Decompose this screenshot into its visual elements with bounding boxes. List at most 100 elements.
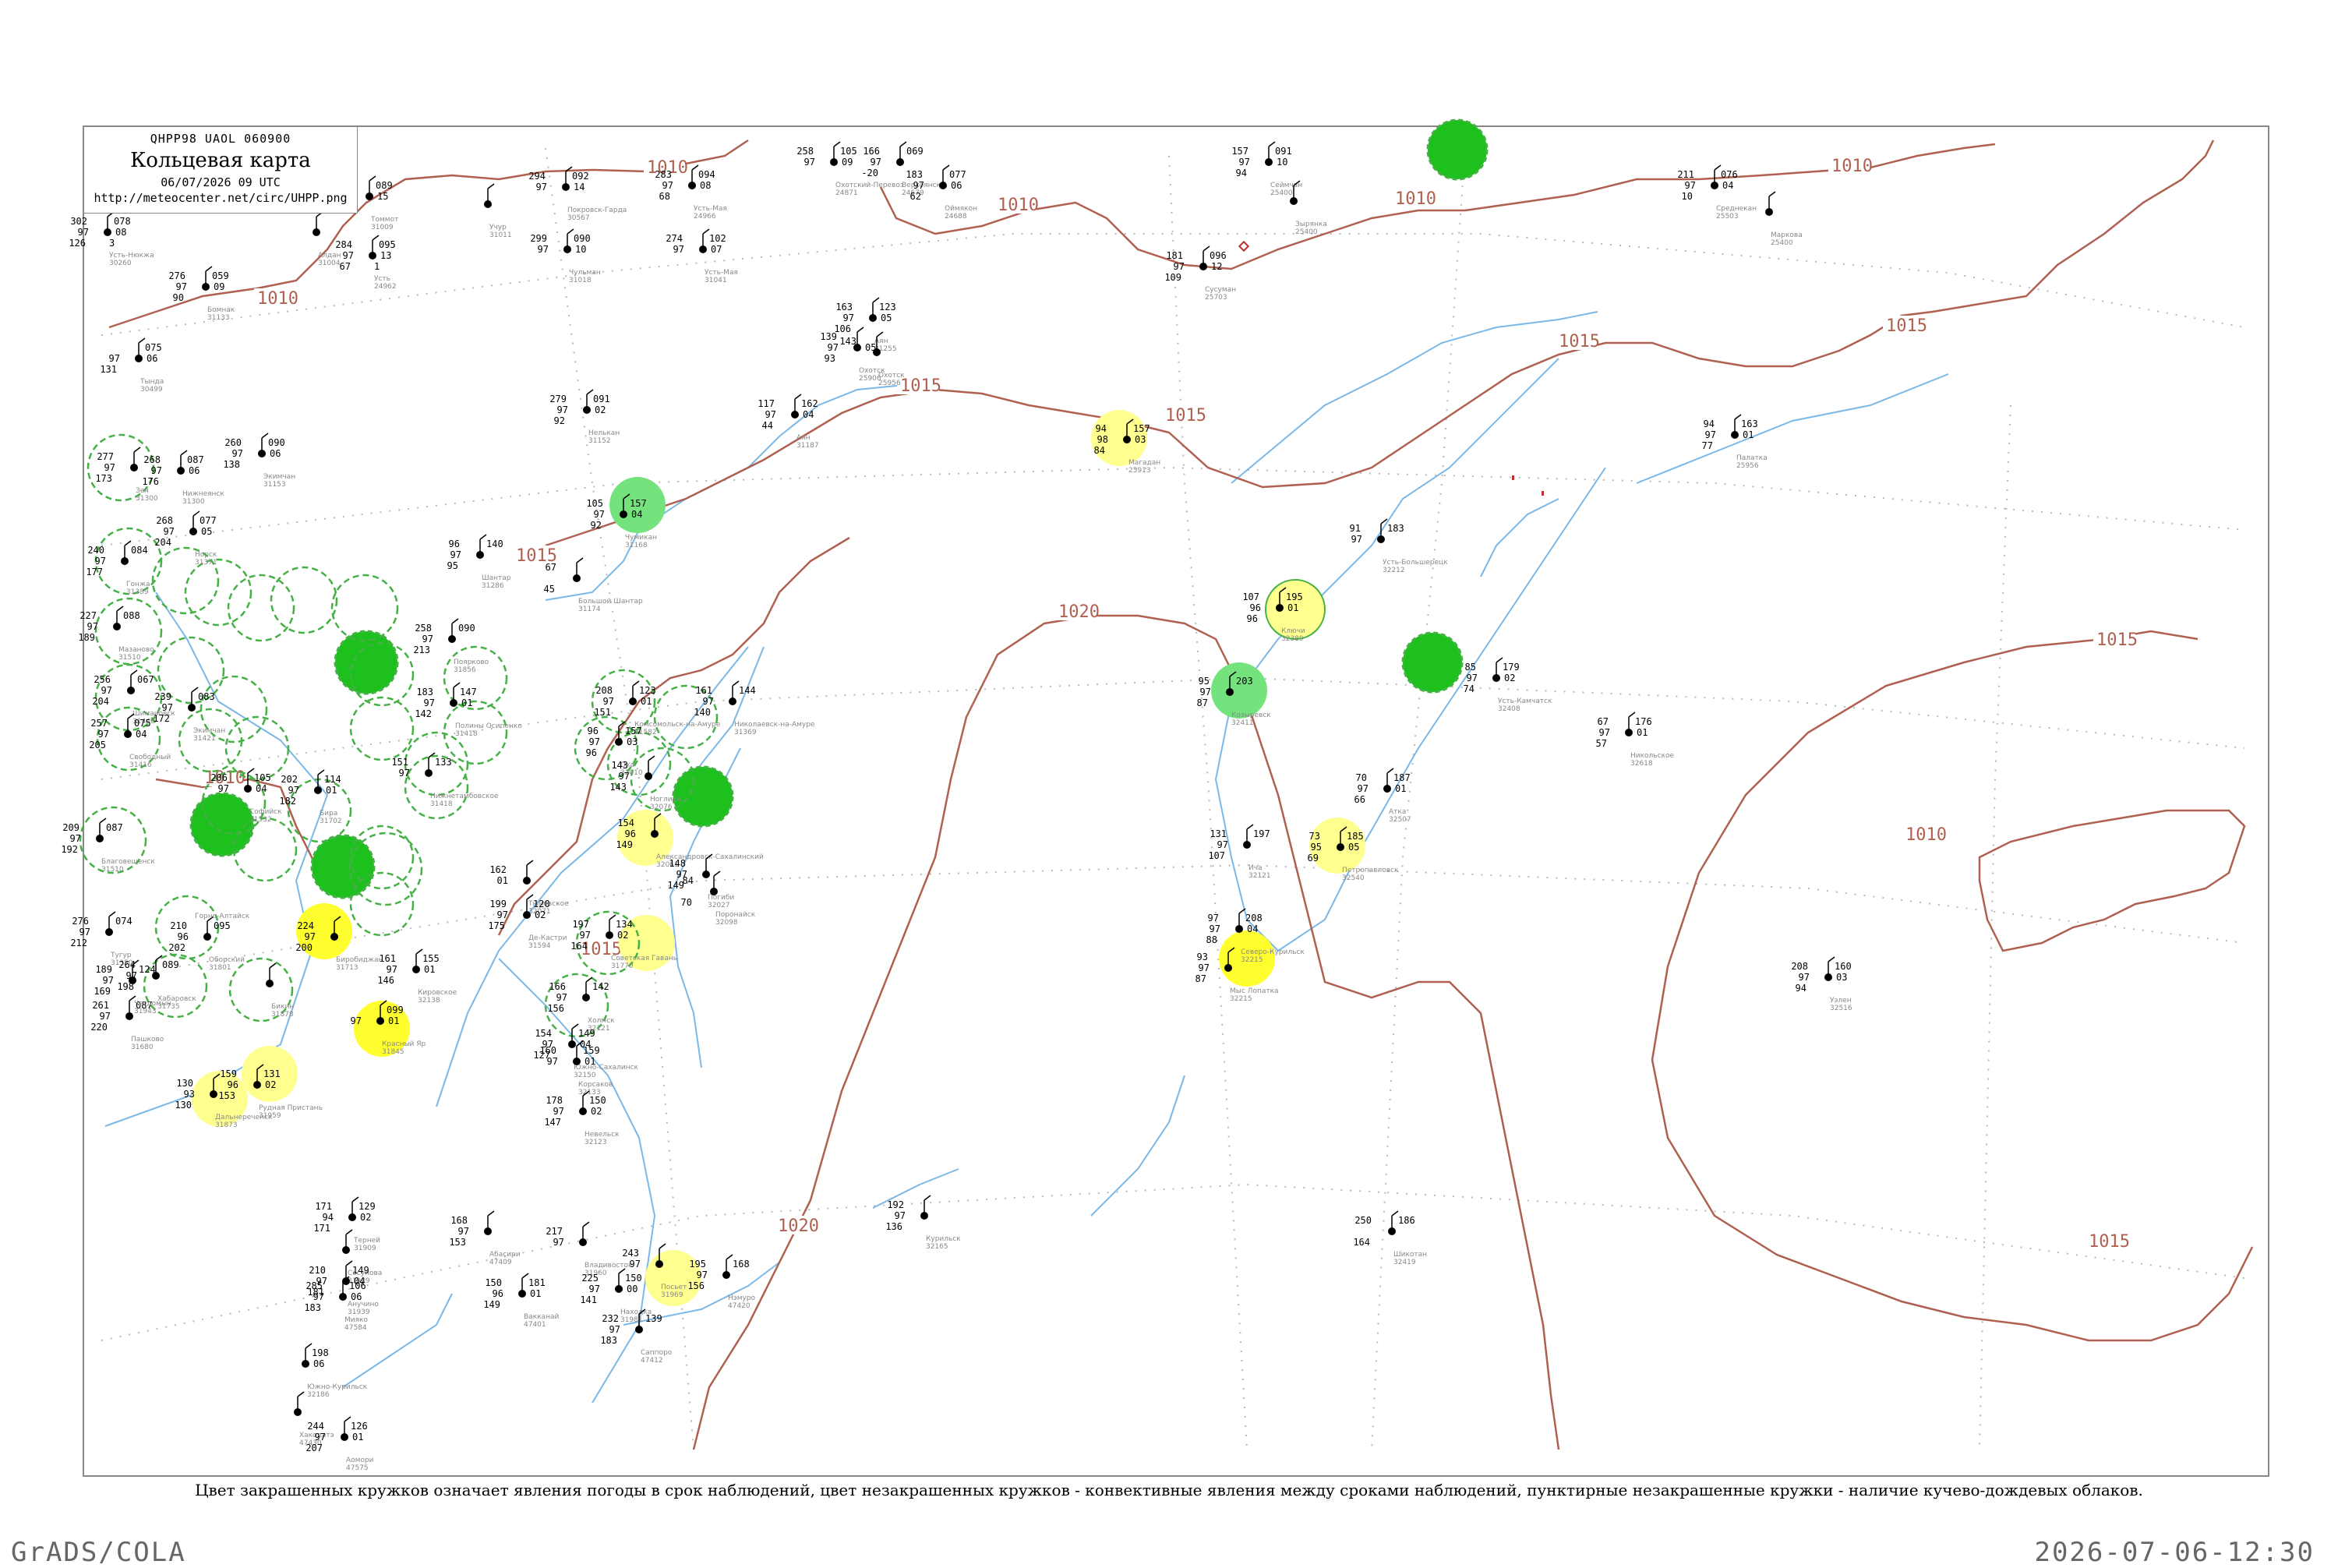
station-id: 32419 (1393, 1259, 1416, 1266)
station-plot: 209 087 97192 Благовещенск31510 (61, 818, 155, 874)
station-value-c: 97 (913, 180, 924, 191)
station-value-e: 96 (1247, 613, 1258, 624)
station-value-b: 089 (376, 180, 393, 191)
station-value-c: 97 (804, 157, 815, 168)
station-value-a: 256 (94, 674, 111, 685)
wind-barb-feather-icon (567, 228, 574, 235)
wind-barb-feather-icon (609, 914, 616, 920)
station-value-a: 257 (90, 718, 108, 729)
station-id: 24871 (835, 189, 858, 197)
station-value-a: 151 (391, 757, 408, 768)
station-id: 31009 (371, 224, 394, 231)
station-value-a: 183 (416, 687, 433, 697)
station-value-e: 88 (1206, 934, 1217, 945)
station-value-e: 212 (70, 938, 87, 948)
station-id: 31770 (611, 962, 634, 970)
station-value-d: 00 (627, 1284, 637, 1294)
station-id: 32389 (1281, 635, 1304, 643)
station-value-a: 67 (1598, 716, 1609, 727)
station-name: Де-Кастри (528, 934, 567, 942)
rain-circle (189, 792, 255, 857)
wind-barb-feather-icon (345, 1229, 353, 1235)
wind-barb-feather-icon (369, 175, 376, 182)
station-value-e: 107 (1208, 850, 1225, 861)
graticule (101, 147, 2245, 1450)
cb-circle (270, 566, 338, 634)
station-value-d: 04 (256, 783, 267, 794)
station-value-c: 97 (1685, 180, 1696, 191)
station-name: Магадан (1128, 459, 1160, 467)
software-credit: GrADS/COLA (11, 1537, 186, 1568)
station-value-d: 01 (641, 696, 652, 707)
station-value-c: 97 (547, 1056, 558, 1067)
station-value-c: 94 (323, 1212, 334, 1223)
station-value-a: 243 (622, 1248, 639, 1259)
wind-barb-feather-icon (372, 235, 380, 241)
station-value-a: 91 (1350, 523, 1361, 534)
station-value-c: 97 (662, 180, 673, 191)
station-value-a: 225 (581, 1273, 599, 1284)
wind-barb-feather-icon (1246, 824, 1254, 830)
isobar-label: 1015 (900, 376, 941, 396)
station-value-c: 95 (1311, 842, 1322, 853)
station-value-c: 01 (497, 875, 508, 886)
wind-barb-feather-icon (571, 1023, 579, 1029)
station-id: 31174 (578, 606, 601, 613)
station-name: Усть (374, 275, 390, 283)
station-plot: 208 160 97 03 94 Уэлен32516 (1791, 956, 1852, 1012)
station-value-d: 01 (530, 1288, 541, 1299)
wind-barb-feather-icon (659, 1243, 666, 1249)
station-id: 32027 (708, 902, 730, 909)
station-plot: 294 092 97 14 Покровск-Гарда30567 (528, 166, 627, 222)
station-plot: 96 140 9795 Шантар31286 (447, 534, 511, 590)
station-value-c: 97 (1239, 157, 1250, 168)
station-id: 31371 (195, 559, 217, 567)
station-value-e: 94 (1236, 168, 1247, 178)
station-id: 32121 (1248, 872, 1271, 880)
station-value-c: 97 (697, 1270, 708, 1280)
wind-barb-feather-icon (1268, 141, 1276, 147)
rain-circle (1426, 118, 1489, 181)
station-plot: 302 078 97 08 126 3 Усть-Нюкжа30260 (69, 211, 154, 267)
station-name: Софийск (249, 808, 282, 816)
station-id: 25956 (878, 380, 901, 387)
station-value-a: 143 (611, 760, 628, 771)
station-id: 25703 (1205, 294, 1227, 302)
station-value-e: 66 (1354, 794, 1365, 805)
map-caption: Цвет закрашенных кружков означает явлени… (195, 1481, 2143, 1499)
station-value-b: 114 (324, 774, 341, 785)
station-value-b: 123 (639, 685, 656, 696)
station-value-a: 268 (156, 515, 173, 526)
station-value-a: 208 (595, 685, 613, 696)
station-value-d: 05 (201, 526, 212, 537)
station-value-b: 157 (630, 498, 647, 509)
map-url: http://meteocenter.net/circ/UHPP.png (94, 191, 348, 205)
rain-circle (334, 630, 399, 695)
station-name: Ноглики (650, 796, 681, 803)
station-value-c: 97 (871, 157, 881, 168)
station-value-e: 87 (1197, 697, 1208, 708)
station-value-e: 62 (910, 191, 921, 202)
station-value-a: 148 (669, 858, 686, 869)
station-value-a: 260 (224, 437, 242, 448)
station-value-c: 97 (98, 729, 109, 740)
station-id: 25400 (1270, 189, 1293, 197)
station-plot: Маркова25400 (1765, 191, 1803, 247)
station-id: 31510 (118, 654, 141, 662)
station-name: Зырянка (1295, 221, 1327, 228)
wind-barb-feather-icon (487, 1210, 495, 1217)
station-id: 25400 (1771, 239, 1793, 247)
rain-circle (672, 765, 734, 828)
station-plot: 14897149Погиби32027 (667, 853, 734, 909)
station-value-a: 197 (572, 919, 589, 930)
station-name: Абасири (489, 1251, 521, 1259)
station-value-d: 01 (1287, 602, 1298, 613)
station-name: Оборский (209, 956, 245, 964)
station-plot: 276 059 97 09 90 Бомнак31133 (168, 266, 235, 322)
station-name: Невельск (584, 1131, 620, 1139)
map-date: 06/07/2026 09 UTC (161, 175, 281, 189)
station-name: Советская Гавань (611, 955, 677, 962)
station-value-e: 131 (100, 364, 117, 375)
wind-barb-feather-icon (1628, 712, 1636, 718)
station-id: 31969 (661, 1291, 683, 1299)
